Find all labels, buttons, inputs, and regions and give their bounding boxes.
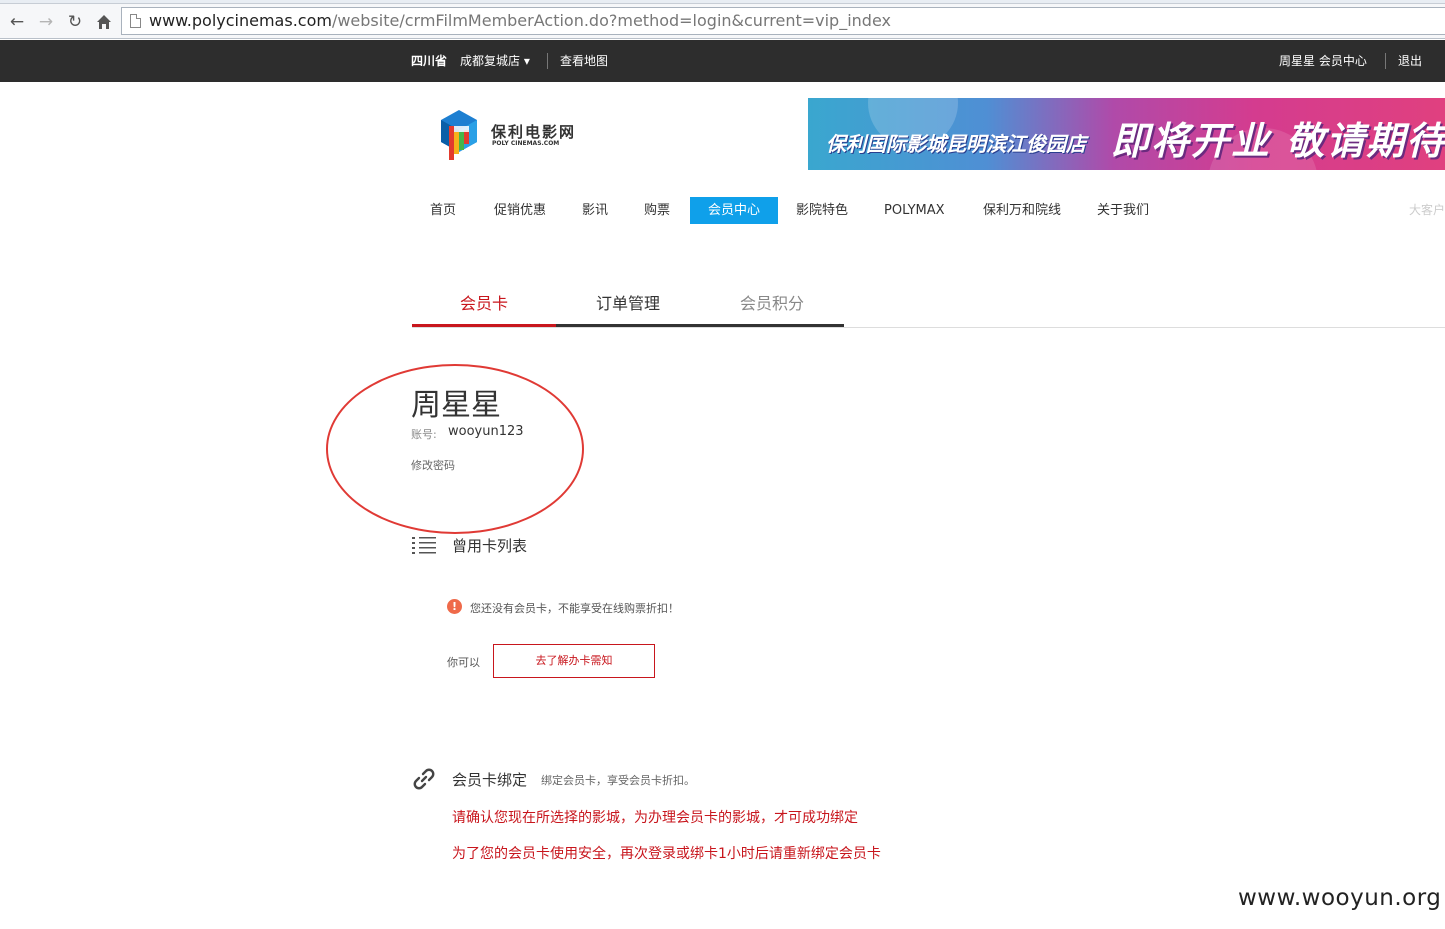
- banner-subtitle: 保利国际影城昆明滨江俊园店: [826, 132, 1086, 156]
- nav-polymax[interactable]: POLYMAX: [884, 197, 945, 224]
- page-icon: [130, 14, 141, 28]
- promo-banner[interactable]: 保利国际影城昆明滨江俊园店 即将开业 敬请期待: [808, 98, 1445, 170]
- binding-notice-security: 为了您的会员卡使用安全，再次登录或绑卡1小时后请重新绑定会员卡: [452, 846, 881, 862]
- site-top-bar: 四川省 成都复城店 ▾ 查看地图 周星星 会员中心 退出: [0, 40, 1445, 82]
- tab-member-points[interactable]: 会员积分: [700, 290, 844, 327]
- member-tabs: 会员卡 订单管理 会员积分: [412, 290, 1445, 328]
- card-list-title: 曾用卡列表: [452, 537, 528, 555]
- view-map-link[interactable]: 查看地图: [560, 54, 608, 68]
- url-host: www.polycinemas.com: [149, 11, 332, 30]
- logo-english-text: POLY CINEMAS.COM: [492, 140, 560, 147]
- nav-cinema-chain[interactable]: 保利万和院线: [983, 197, 1061, 224]
- nav-home[interactable]: 首页: [430, 197, 456, 224]
- annotation-circle: [326, 364, 584, 534]
- forward-arrow-icon[interactable]: →: [35, 11, 57, 33]
- nav-member-center[interactable]: 会员中心: [690, 197, 779, 224]
- browser-toolbar: ← → ↻ www.polycinemas.com/website/crmFil…: [0, 4, 1445, 39]
- watermark: www.wooyun.org: [1238, 885, 1442, 911]
- city-selector[interactable]: 成都复城店 ▾: [460, 54, 530, 68]
- card-binding-title: 会员卡绑定: [452, 771, 528, 789]
- address-bar[interactable]: www.polycinemas.com/website/crmFilmMembe…: [121, 7, 1445, 35]
- logout-link[interactable]: 退出: [1398, 54, 1422, 68]
- nav-showtimes[interactable]: 影讯: [582, 197, 608, 224]
- learn-card-info-button[interactable]: 去了解办卡需知: [493, 644, 655, 678]
- list-icon: [412, 537, 436, 554]
- logo-chinese-text: 保利电影网: [491, 123, 577, 141]
- tab-order-management[interactable]: 订单管理: [556, 290, 700, 327]
- divider: [1385, 53, 1386, 69]
- warning-icon: !: [447, 599, 462, 614]
- home-icon[interactable]: [93, 11, 115, 33]
- divider: [547, 53, 548, 69]
- site-logo[interactable]: 保利电影网 POLY CINEMAS.COM: [437, 108, 582, 163]
- main-nav: 首页 促销优惠 影讯 购票 会员中心 影院特色 POLYMAX 保利万和院线 关…: [0, 197, 1445, 225]
- link-icon: [413, 768, 435, 790]
- url-path: /website/crmFilmMemberAction.do?method=l…: [331, 11, 891, 30]
- url-text: www.polycinemas.com/website/crmFilmMembe…: [149, 11, 891, 31]
- poly-logo-icon: [441, 110, 477, 160]
- nav-tickets[interactable]: 购票: [644, 197, 670, 224]
- nav-cinema-features[interactable]: 影院特色: [796, 197, 848, 224]
- nav-about-us[interactable]: 关于我们: [1097, 197, 1149, 224]
- nav-corporate-clients[interactable]: 大客户: [1409, 197, 1445, 224]
- back-arrow-icon[interactable]: ←: [6, 11, 28, 33]
- tab-member-card[interactable]: 会员卡: [412, 290, 556, 327]
- you-can-label: 你可以: [447, 656, 480, 669]
- nav-promotions[interactable]: 促销优惠: [494, 197, 546, 224]
- member-center-link[interactable]: 周星星 会员中心: [1279, 54, 1367, 68]
- banner-headline: 即将开业 敬请期待: [1111, 119, 1445, 163]
- card-binding-subtitle: 绑定会员卡，享受会员卡折扣。: [541, 774, 695, 787]
- binding-notice-cinema: 请确认您现在所选择的影城，为办理会员卡的影城，才可成功绑定: [452, 810, 858, 826]
- reload-icon[interactable]: ↻: [64, 11, 86, 33]
- no-card-warning: 您还没有会员卡，不能享受在线购票折扣！: [470, 602, 679, 615]
- province-label: 四川省: [411, 54, 448, 68]
